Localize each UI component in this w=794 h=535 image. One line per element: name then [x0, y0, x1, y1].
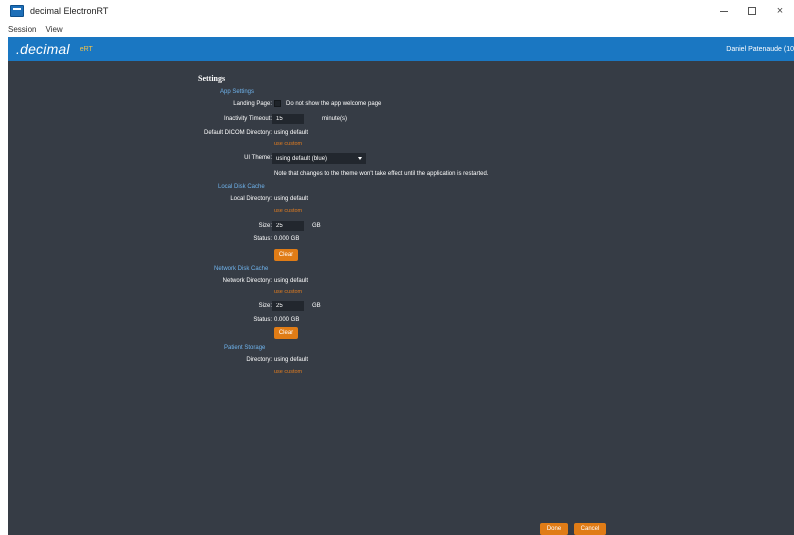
theme-select-value: using default (blue)	[276, 155, 328, 162]
section-local-cache: Local Disk Cache	[218, 184, 265, 190]
maximize-icon	[748, 7, 756, 15]
done-button[interactable]: Done	[540, 523, 568, 535]
local-size-label: Size:	[258, 223, 272, 229]
close-button[interactable]: ×	[766, 0, 794, 22]
network-size-unit: GB	[312, 303, 321, 309]
network-dir-use-custom-link[interactable]: use custom	[274, 289, 302, 295]
network-size-label: Size:	[258, 303, 272, 309]
local-status-label: Status:	[253, 236, 272, 242]
network-clear-button[interactable]: Clear	[274, 327, 298, 339]
user-name[interactable]: Daniel Patenaude (10	[726, 46, 794, 53]
cancel-button[interactable]: Cancel	[574, 523, 606, 535]
close-icon: ×	[776, 4, 784, 17]
inactivity-timeout-input[interactable]	[272, 114, 304, 124]
app-window: decimal ElectronRT × Session View .decim…	[0, 0, 794, 535]
patient-dir-value: using default	[274, 357, 309, 363]
patient-dir-use-custom-link[interactable]: use custom	[274, 369, 302, 375]
window-titlebar: decimal ElectronRT ×	[0, 0, 794, 22]
theme-select[interactable]: using default (blue)	[272, 153, 366, 164]
local-status-value: 0.000 GB	[274, 236, 300, 242]
section-app-settings: App Settings	[220, 89, 255, 95]
dicom-use-custom-link[interactable]: use custom	[274, 141, 302, 147]
window-controls: ×	[710, 0, 794, 22]
network-status-label: Status:	[253, 317, 272, 323]
local-size-unit: GB	[312, 223, 321, 229]
network-status-value: 0.000 GB	[274, 317, 300, 323]
patient-dir-label: Directory:	[246, 357, 272, 363]
local-clear-button[interactable]: Clear	[274, 249, 298, 261]
local-size-input[interactable]	[272, 221, 304, 231]
settings-panel: Settings App Settings Landing Page: Do n…	[8, 61, 794, 535]
landing-page-label: Landing Page:	[233, 101, 272, 107]
menu-session[interactable]: Session	[8, 25, 36, 34]
brand-product: eRT	[79, 45, 93, 53]
brand-logo: .decimal	[16, 41, 70, 57]
window-title: decimal ElectronRT	[30, 6, 109, 16]
dicom-label: Default DICOM Directory:	[203, 130, 272, 136]
chevron-down-icon	[358, 157, 362, 160]
menu-bar: Session View	[0, 22, 794, 36]
inactivity-label: Inactivity Timeout:	[223, 116, 272, 122]
local-dir-label: Local Directory:	[230, 196, 272, 202]
brand-bar: .decimal eRT Daniel Patenaude (10	[8, 37, 794, 61]
network-dir-label: Network Directory:	[222, 278, 272, 284]
dicom-value: using default	[274, 130, 309, 136]
local-dir-value: using default	[274, 196, 309, 202]
section-patient-storage: Patient Storage	[224, 345, 266, 351]
inactivity-unit: minute(s)	[322, 116, 348, 122]
theme-label: UI Theme:	[244, 155, 272, 161]
page-title: Settings	[198, 74, 226, 83]
menu-view[interactable]: View	[45, 25, 62, 34]
minimize-icon	[720, 10, 728, 12]
network-dir-value: using default	[274, 278, 309, 284]
landing-page-checkbox-label[interactable]: Do not show the app welcome page	[286, 101, 381, 107]
minimize-button[interactable]	[710, 0, 738, 22]
landing-page-checkbox[interactable]	[274, 100, 281, 107]
network-size-input[interactable]	[272, 301, 304, 311]
maximize-button[interactable]	[738, 0, 766, 22]
local-dir-use-custom-link[interactable]: use custom	[274, 208, 302, 214]
theme-note: Note that changes to the theme won't tak…	[274, 171, 489, 177]
app-icon	[10, 5, 24, 17]
section-network-cache: Network Disk Cache	[214, 266, 269, 272]
